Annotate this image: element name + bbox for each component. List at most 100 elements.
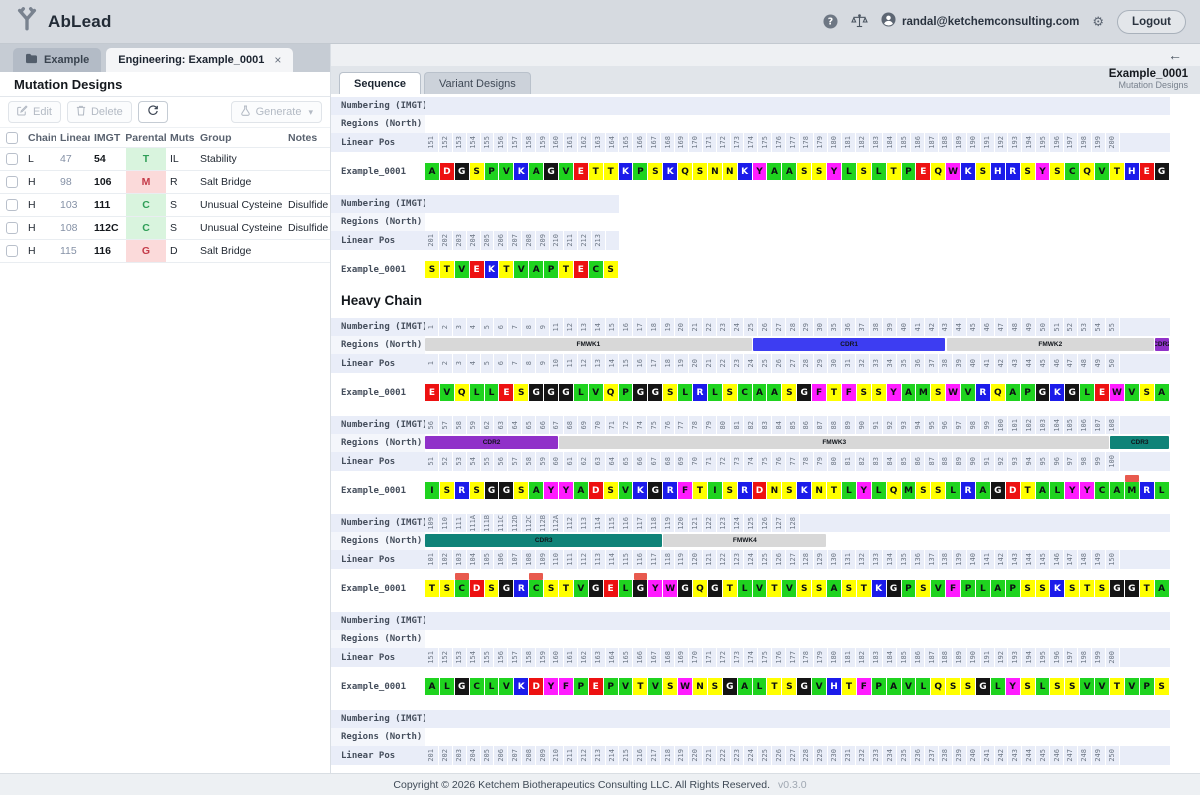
residue-cell[interactable]: S [931,384,945,401]
residue-cell[interactable]: T [827,384,841,401]
residue-cell[interactable]: T [767,580,781,597]
residue-cell[interactable]: E [1140,163,1154,180]
residue-cell[interactable]: V [499,163,513,180]
residue-cell[interactable]: S [1065,580,1079,597]
residue-cell[interactable]: V [931,580,945,597]
residue-cell[interactable]: H [1125,163,1139,180]
residue-cell[interactable]: Q [604,384,618,401]
residue-cell[interactable]: G [455,678,469,695]
residue-cell[interactable]: C [738,384,752,401]
residue-cell[interactable]: S [782,678,796,695]
residue-cell[interactable]: G [1155,163,1169,180]
residue-cell[interactable]: Y [827,163,841,180]
residue-cell[interactable]: G [499,580,513,597]
residue-cell[interactable]: F [559,678,573,695]
residue-cell[interactable]: T [559,261,573,278]
residue-cell[interactable]: G [544,384,558,401]
residue-cell[interactable]: Q [931,163,945,180]
residue-cell[interactable]: A [529,482,543,499]
residue-cell[interactable]: Y [887,384,901,401]
residue-cell[interactable]: A [767,163,781,180]
residue-cell[interactable]: G [648,384,662,401]
tab-sequence[interactable]: Sequence [339,72,421,94]
residue-cell[interactable]: K [619,163,633,180]
residue-cell[interactable]: V [1125,678,1139,695]
residue-cell[interactable]: W [663,580,677,597]
residue-cell[interactable]: Y [648,580,662,597]
residue-cell[interactable]: A [529,261,543,278]
residue-cell[interactable]: R [1006,163,1020,180]
residue-cell[interactable]: G [485,482,499,499]
residue-cell[interactable]: L [440,678,454,695]
residue-cell[interactable]: P [619,384,633,401]
residue-cell[interactable]: A [1006,384,1020,401]
residue-cell[interactable]: E [574,261,588,278]
residue-cell[interactable]: R [976,384,990,401]
residue-cell[interactable]: E [574,163,588,180]
residue-cell[interactable]: A [767,384,781,401]
logout-button[interactable]: Logout [1117,10,1186,34]
residue-cell[interactable]: N [708,163,722,180]
residue-cell[interactable]: S [1050,163,1064,180]
residue-cell[interactable]: Y [1006,678,1020,695]
residue-cell[interactable]: K [514,678,528,695]
residue-cell[interactable]: G [499,482,513,499]
residue-cell[interactable]: K [633,482,647,499]
residue-cell[interactable]: S [1036,580,1050,597]
residue-cell[interactable]: N [812,482,826,499]
residue-cell[interactable]: A [529,163,543,180]
residue-cell[interactable]: V [559,163,573,180]
residue-cell[interactable]: S [604,482,618,499]
residue-cell[interactable]: T [633,678,647,695]
residue-cell[interactable]: K [514,163,528,180]
residue-cell[interactable]: P [872,678,886,695]
residue-cell[interactable]: S [1140,384,1154,401]
residue-cell[interactable]: T [499,261,513,278]
residue-cell[interactable]: L [1080,384,1094,401]
residue-cell[interactable]: A [887,678,901,695]
residue-cell[interactable]: G [1065,384,1079,401]
residue-cell[interactable]: V [514,261,528,278]
row-checkbox[interactable] [6,222,18,234]
residue-cell[interactable]: S [544,580,558,597]
residue-cell[interactable]: K [663,163,677,180]
residue-cell[interactable]: L [1050,482,1064,499]
residue-cell[interactable]: H [991,163,1005,180]
residue-cell[interactable]: S [663,384,677,401]
residue-cell[interactable]: R [663,482,677,499]
residue-cell[interactable]: Q [991,384,1005,401]
residue-cell[interactable]: K [961,163,975,180]
residue-cell[interactable]: V [1080,678,1094,695]
residue-cell[interactable]: P [633,163,647,180]
residue-cell[interactable]: G [559,384,573,401]
residue-cell[interactable]: F [946,580,960,597]
residue-cell[interactable]: R [514,580,528,597]
residue-cell[interactable]: V [1125,384,1139,401]
residue-cell[interactable]: C [470,678,484,695]
residue-cell[interactable]: G [723,678,737,695]
residue-cell[interactable]: G [648,482,662,499]
residue-cell[interactable]: L [872,163,886,180]
residue-cell[interactable]: Y [1080,482,1094,499]
residue-cell[interactable]: N [693,678,707,695]
residue-cell[interactable]: V [619,482,633,499]
mutation-row-3[interactable]: H108112CCSUnusual CysteineDisulfide [0,217,330,240]
residue-cell[interactable]: S [916,482,930,499]
residue-cell[interactable]: T [1140,580,1154,597]
residue-cell[interactable]: V [1095,678,1109,695]
residue-cell[interactable]: L [946,482,960,499]
residue-cell[interactable]: V [499,678,513,695]
residue-cell[interactable]: K [1050,580,1064,597]
residue-cell[interactable]: A [1110,482,1124,499]
residue-cell[interactable]: Q [693,580,707,597]
residue-cell[interactable]: M [1125,482,1139,499]
residue-cell[interactable]: M [916,384,930,401]
residue-cell[interactable]: R [961,482,975,499]
residue-cell[interactable]: V [961,384,975,401]
residue-cell[interactable]: R [1140,482,1154,499]
residue-cell[interactable]: C [1065,163,1079,180]
residue-cell[interactable]: R [693,384,707,401]
residue-cell[interactable]: I [708,482,722,499]
residue-cell[interactable]: P [961,580,975,597]
residue-cell[interactable]: T [1110,163,1124,180]
